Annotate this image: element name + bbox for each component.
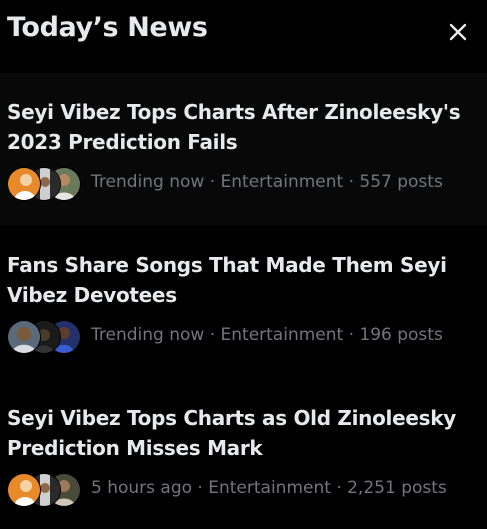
news-meta: Trending now · Entertainment · 196 posts xyxy=(91,325,443,345)
todays-news-panel: Today’s News Seyi Vibez Tops Charts Afte… xyxy=(0,0,487,529)
news-meta-row: Trending now · Entertainment · 557 posts xyxy=(7,167,482,201)
avatar xyxy=(7,320,41,354)
avatar-group xyxy=(7,473,81,507)
news-meta: Trending now · Entertainment · 557 posts xyxy=(91,172,443,192)
close-icon xyxy=(449,23,467,41)
news-headline: Seyi Vibez Tops Charts as Old Zinoleesky… xyxy=(7,406,456,460)
panel-title: Today’s News xyxy=(7,12,208,43)
news-meta: 5 hours ago · Entertainment · 2,251 post… xyxy=(91,478,447,498)
close-button[interactable] xyxy=(443,17,473,47)
panel-header: Today’s News xyxy=(0,0,487,68)
news-meta-row: 5 hours ago · Entertainment · 2,251 post… xyxy=(7,473,482,507)
avatar xyxy=(7,473,41,507)
news-item[interactable]: Seyi Vibez Tops Charts as Old Zinoleesky… xyxy=(0,379,487,529)
news-headline: Seyi Vibez Tops Charts After Zinoleesky'… xyxy=(7,100,461,154)
news-item[interactable]: Fans Share Songs That Made Them Seyi Vib… xyxy=(0,226,487,378)
avatar xyxy=(7,167,41,201)
news-headline: Fans Share Songs That Made Them Seyi Vib… xyxy=(7,253,447,307)
news-item[interactable]: Seyi Vibez Tops Charts After Zinoleesky'… xyxy=(0,73,487,225)
avatar-group xyxy=(7,167,81,201)
avatar-group xyxy=(7,320,81,354)
news-meta-row: Trending now · Entertainment · 196 posts xyxy=(7,320,482,354)
